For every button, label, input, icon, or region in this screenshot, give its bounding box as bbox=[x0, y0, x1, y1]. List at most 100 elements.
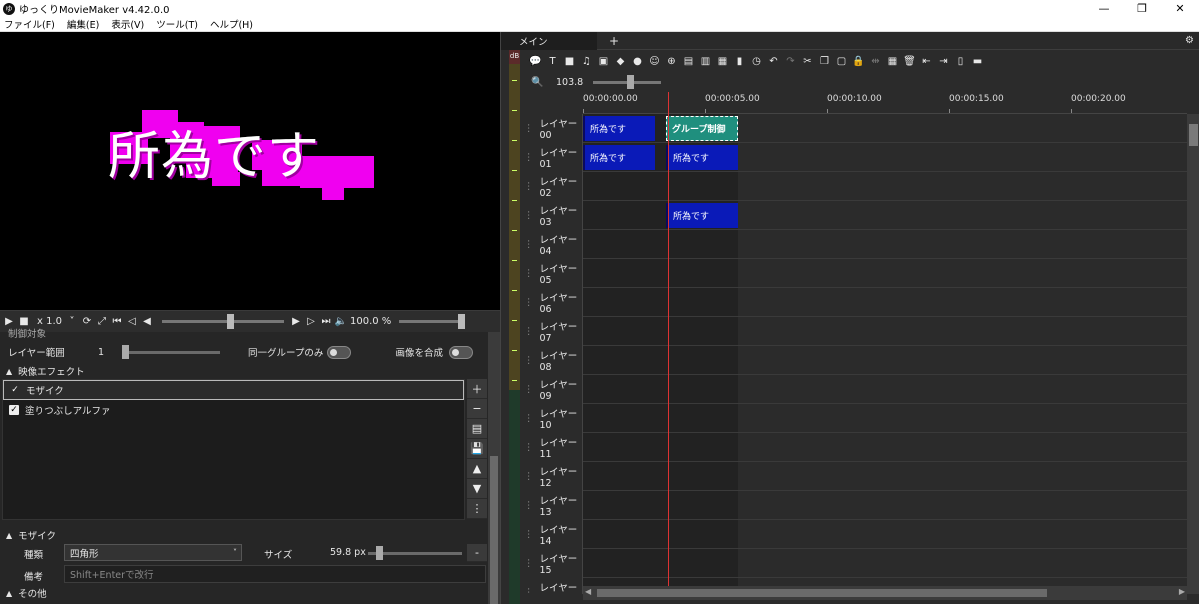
skip-end-icon[interactable]: ⏭ bbox=[320, 315, 332, 329]
scroll-left-icon[interactable]: ◀ bbox=[585, 587, 591, 596]
time-icon[interactable]: ◷ bbox=[750, 55, 763, 68]
size-slider[interactable] bbox=[368, 546, 462, 560]
add-effect-button[interactable]: ＋ bbox=[467, 379, 487, 399]
text-clip[interactable]: 所為です bbox=[583, 116, 655, 141]
grid-toggle-icon[interactable]: ▦ bbox=[886, 55, 899, 68]
layer-row[interactable]: ⋮ レイヤー 10 bbox=[520, 404, 1187, 433]
copy-icon[interactable]: ❐ bbox=[818, 55, 831, 68]
timeline-hscroll-thumb[interactable] bbox=[597, 589, 1047, 597]
loop-icon[interactable]: ⟳ bbox=[81, 315, 93, 329]
properties-scrollbar[interactable] bbox=[488, 332, 500, 604]
drag-handle-icon[interactable]: ⋮ bbox=[524, 384, 534, 395]
delete-icon[interactable]: 🗑 bbox=[903, 55, 916, 68]
layer-row[interactable]: ⋮ レイヤー 14 bbox=[520, 520, 1187, 549]
add-icon[interactable]: ⊕ bbox=[665, 55, 678, 68]
size-knob[interactable] bbox=[376, 546, 383, 560]
text-clip[interactable]: 所為です bbox=[666, 145, 738, 170]
clip-icon[interactable]: ▮ bbox=[733, 55, 746, 68]
size-minus-button[interactable]: - bbox=[467, 544, 487, 562]
minimize-button[interactable]: — bbox=[1085, 0, 1123, 17]
type-select[interactable]: 四角形 ˅ bbox=[64, 544, 242, 561]
paste-icon[interactable]: ▢ bbox=[835, 55, 848, 68]
fit-icon[interactable]: ⤢ bbox=[96, 315, 108, 329]
timeline-hscrollbar[interactable]: ◀ ▶ bbox=[583, 586, 1187, 600]
shape-icon[interactable]: ◆ bbox=[614, 55, 627, 68]
note-input[interactable]: Shift+Enterで改行 bbox=[64, 565, 486, 583]
frame-forward-icon[interactable]: ▶ bbox=[290, 315, 302, 329]
menu-help[interactable]: ヘルプ(H) bbox=[210, 17, 253, 31]
preset-button[interactable]: ▤ bbox=[467, 419, 487, 439]
layer-name[interactable]: ⋮ レイヤー 05 bbox=[520, 259, 583, 288]
gear-icon[interactable]: ⚙ bbox=[1185, 35, 1194, 46]
drag-handle-icon[interactable]: ⋮ bbox=[524, 181, 534, 192]
drag-handle-icon[interactable]: ⋮ bbox=[524, 152, 534, 163]
maximize-button[interactable]: ❐ bbox=[1123, 0, 1161, 17]
split-right-icon[interactable]: ⇥ bbox=[937, 55, 950, 68]
save-effect-button[interactable]: 💾 bbox=[467, 439, 487, 459]
drag-handle-icon[interactable]: ⋮ bbox=[524, 123, 534, 134]
layer-range-knob[interactable] bbox=[122, 344, 129, 359]
layer-name[interactable]: ⋮ レイヤー 08 bbox=[520, 346, 583, 375]
check-icon[interactable]: ✓ bbox=[10, 385, 20, 395]
menu-file[interactable]: ファイル(F) bbox=[4, 17, 55, 31]
more-button[interactable]: ⋮ bbox=[467, 499, 487, 519]
same-group-toggle[interactable] bbox=[327, 345, 352, 359]
mosaic-header[interactable]: ▲ モザイク bbox=[0, 528, 486, 543]
frame-back-icon[interactable]: ◀ bbox=[141, 315, 153, 329]
properties-scroll-thumb[interactable] bbox=[490, 456, 498, 604]
lock-icon[interactable]: 🔒 bbox=[852, 55, 865, 68]
skip-start-icon[interactable]: ⏮ bbox=[111, 315, 123, 329]
layer-icon[interactable]: ▤ bbox=[682, 55, 695, 68]
layer-row[interactable]: ⋮ レイヤー 12 bbox=[520, 462, 1187, 491]
menu-tools[interactable]: ツール(T) bbox=[156, 17, 198, 31]
layer-row[interactable]: ⋮ レイヤー 02 bbox=[520, 172, 1187, 201]
drag-handle-icon[interactable]: ⋮ bbox=[524, 239, 534, 250]
layer-row[interactable]: ⋮ レイヤー 08 bbox=[520, 346, 1187, 375]
timeline-vscroll-thumb[interactable] bbox=[1189, 124, 1198, 146]
close-button[interactable]: ✕ bbox=[1161, 0, 1199, 17]
grid-icon[interactable]: ▦ bbox=[716, 55, 729, 68]
layer-name[interactable]: ⋮ レイヤー 14 bbox=[520, 520, 583, 549]
layer-row[interactable]: ⋮ レイヤー 03 所為です bbox=[520, 201, 1187, 230]
drag-handle-icon[interactable]: ⋮ bbox=[524, 587, 534, 594]
volume-knob[interactable] bbox=[458, 314, 466, 329]
volume-icon[interactable]: 🔈 bbox=[335, 315, 347, 329]
split-icon[interactable]: ⇤ bbox=[920, 55, 933, 68]
tab-main[interactable]: メイン bbox=[501, 31, 597, 50]
speed-arrow-icon[interactable]: ˅ bbox=[66, 315, 78, 329]
layer-name[interactable]: ⋮ レイヤー 15 bbox=[520, 549, 583, 578]
folder-icon[interactable]: ▬ bbox=[971, 55, 984, 68]
redo-icon[interactable]: ↷ bbox=[784, 55, 797, 68]
layer-row[interactable]: ⋮ レイヤー 15 bbox=[520, 549, 1187, 578]
seek-slider[interactable] bbox=[162, 314, 284, 329]
drag-handle-icon[interactable]: ⋮ bbox=[524, 268, 534, 279]
layer-name[interactable]: ⋮ レイヤー 07 bbox=[520, 317, 583, 346]
layer-row[interactable]: ⋮ レイヤー 05 bbox=[520, 259, 1187, 288]
effect-item-mosaic[interactable]: ✓ モザイク bbox=[3, 380, 464, 400]
other-header[interactable]: ▲ その他 bbox=[0, 586, 486, 601]
comment-icon[interactable]: 💬 bbox=[529, 55, 542, 68]
text-clip[interactable]: 所為です bbox=[583, 145, 655, 170]
scroll-right-icon[interactable]: ▶ bbox=[1179, 587, 1185, 596]
effect-item-fill-alpha[interactable]: ✓ 塗りつぶしアルファ bbox=[3, 400, 464, 420]
file-icon[interactable]: ▯ bbox=[954, 55, 967, 68]
link-icon[interactable]: ⇹ bbox=[869, 55, 882, 68]
layer-row[interactable]: ⋮ レイヤー 11 bbox=[520, 433, 1187, 462]
drag-handle-icon[interactable]: ⋮ bbox=[524, 326, 534, 337]
zoom-slider[interactable] bbox=[593, 74, 662, 89]
layer-name[interactable]: ⋮ レイヤー 01 bbox=[520, 143, 583, 172]
layer-row[interactable]: ⋮ レイヤー 07 bbox=[520, 317, 1187, 346]
layer-row[interactable]: ⋮ レイヤー 00 所為です グループ制御 bbox=[520, 114, 1187, 143]
checkbox-icon[interactable]: ✓ bbox=[9, 405, 19, 415]
add-tab-button[interactable]: + bbox=[609, 34, 619, 48]
step-back-icon[interactable]: ◁ bbox=[126, 315, 138, 329]
seek-knob[interactable] bbox=[226, 314, 234, 329]
text-clip[interactable]: 所為です bbox=[666, 203, 738, 228]
layer-name[interactable]: ⋮ レイヤー 12 bbox=[520, 462, 583, 491]
layer-name[interactable]: ⋮ レイヤー 03 bbox=[520, 201, 583, 230]
drag-handle-icon[interactable]: ⋮ bbox=[524, 529, 534, 540]
volume-slider[interactable] bbox=[399, 314, 466, 329]
layer-row[interactable]: ⋮ レイヤー 13 bbox=[520, 491, 1187, 520]
image-icon[interactable]: ▣ bbox=[597, 55, 610, 68]
layer-name[interactable]: ⋮ レイヤー 11 bbox=[520, 433, 583, 462]
